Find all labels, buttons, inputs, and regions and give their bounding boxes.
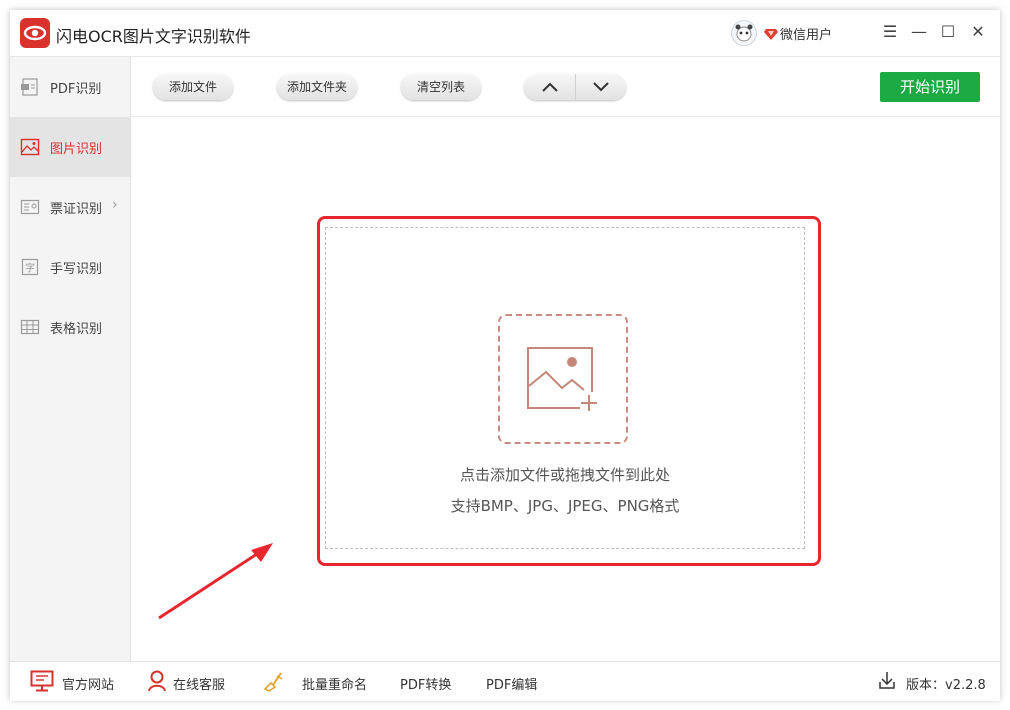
add-folder-button[interactable]: 添加文件夹 xyxy=(277,74,357,100)
sidebar-item-label: 表格识别 xyxy=(50,322,103,337)
user-avatar[interactable] xyxy=(731,20,757,46)
image-icon xyxy=(20,137,40,157)
sidebar-item-table-ocr[interactable]: 表格识别 xyxy=(10,297,130,357)
customer-service-icon xyxy=(147,670,167,696)
pdf-edit-link[interactable]: PDF编辑 xyxy=(486,674,537,693)
supported-formats-text: 支持BMP、JPG、JPEG、PNG格式 xyxy=(450,497,680,515)
handwriting-icon: 字 xyxy=(20,257,40,277)
sidebar-item-image-ocr[interactable]: 图片识别 xyxy=(10,117,130,177)
close-button[interactable]: ✕ xyxy=(968,22,988,42)
chevron-down-icon xyxy=(593,82,609,92)
sidebar-item-handwriting-ocr[interactable]: 字 手写识别 xyxy=(10,237,130,297)
sidebar-item-pdf-ocr[interactable]: PDF识别 xyxy=(10,57,130,117)
pdf-doc-icon xyxy=(20,77,40,97)
minimize-button[interactable]: — xyxy=(909,22,929,42)
sidebar-item-label: PDF识别 xyxy=(50,82,102,97)
table-icon xyxy=(20,317,40,337)
user-name[interactable]: 微信用户 xyxy=(780,24,832,43)
start-recognition-button[interactable]: 开始识别 xyxy=(880,72,980,102)
move-down-button[interactable] xyxy=(575,74,626,100)
menu-icon[interactable]: ☰ xyxy=(880,22,900,42)
app-window: 闪电OCR图片文字识别软件 微信用户 ☰ — ☐ ✕ PDF识别 图片识别 票证… xyxy=(10,10,1000,701)
sidebar-item-ticket-ocr[interactable]: 票证识别 › xyxy=(10,177,130,237)
chevron-up-icon xyxy=(542,82,558,92)
sidebar-item-label: 票证识别 xyxy=(50,202,103,217)
id-card-icon xyxy=(20,197,40,217)
version-label: 版本：v2.2.8 xyxy=(906,678,986,693)
status-bar: 官方网站 在线客服 批量重命名 PDF转换 PDF编辑 版本：v2.2.8 xyxy=(10,661,1000,701)
add-image-button[interactable] xyxy=(498,314,628,444)
pdf-convert-link[interactable]: PDF转换 xyxy=(400,674,451,693)
move-up-button[interactable] xyxy=(524,74,576,100)
maximize-button[interactable]: ☐ xyxy=(938,22,958,42)
brush-icon xyxy=(262,670,284,696)
add-image-icon xyxy=(527,347,598,414)
app-logo-icon xyxy=(20,18,50,48)
download-icon[interactable] xyxy=(878,670,896,694)
annotation-arrow-icon xyxy=(158,543,273,620)
vip-diamond-icon xyxy=(764,25,778,44)
sidebar-item-label: 手写识别 xyxy=(50,262,103,277)
drop-hint-text: 点击添加文件或拖拽文件到此处 xyxy=(459,466,670,484)
official-website-link[interactable]: 官方网站 xyxy=(62,674,114,693)
add-file-button[interactable]: 添加文件 xyxy=(153,74,233,100)
toolbar: 添加文件 添加文件夹 清空列表 开始识别 xyxy=(131,57,1000,117)
batch-rename-link[interactable]: 批量重命名 xyxy=(302,674,367,693)
sidebar-item-label: 图片识别 xyxy=(50,142,103,157)
app-title: 闪电OCR图片文字识别软件 xyxy=(56,27,251,46)
svg-text:字: 字 xyxy=(25,262,35,275)
online-support-link[interactable]: 在线客服 xyxy=(173,674,225,693)
chevron-right-icon: › xyxy=(112,197,118,213)
move-buttons xyxy=(524,74,626,100)
monitor-icon xyxy=(30,670,54,696)
sidebar: PDF识别 图片识别 票证识别 › 字 手写识别 表格识别 xyxy=(10,57,131,661)
clear-list-button[interactable]: 清空列表 xyxy=(401,74,481,100)
title-bar: 闪电OCR图片文字识别软件 微信用户 ☰ — ☐ ✕ xyxy=(10,10,1000,57)
